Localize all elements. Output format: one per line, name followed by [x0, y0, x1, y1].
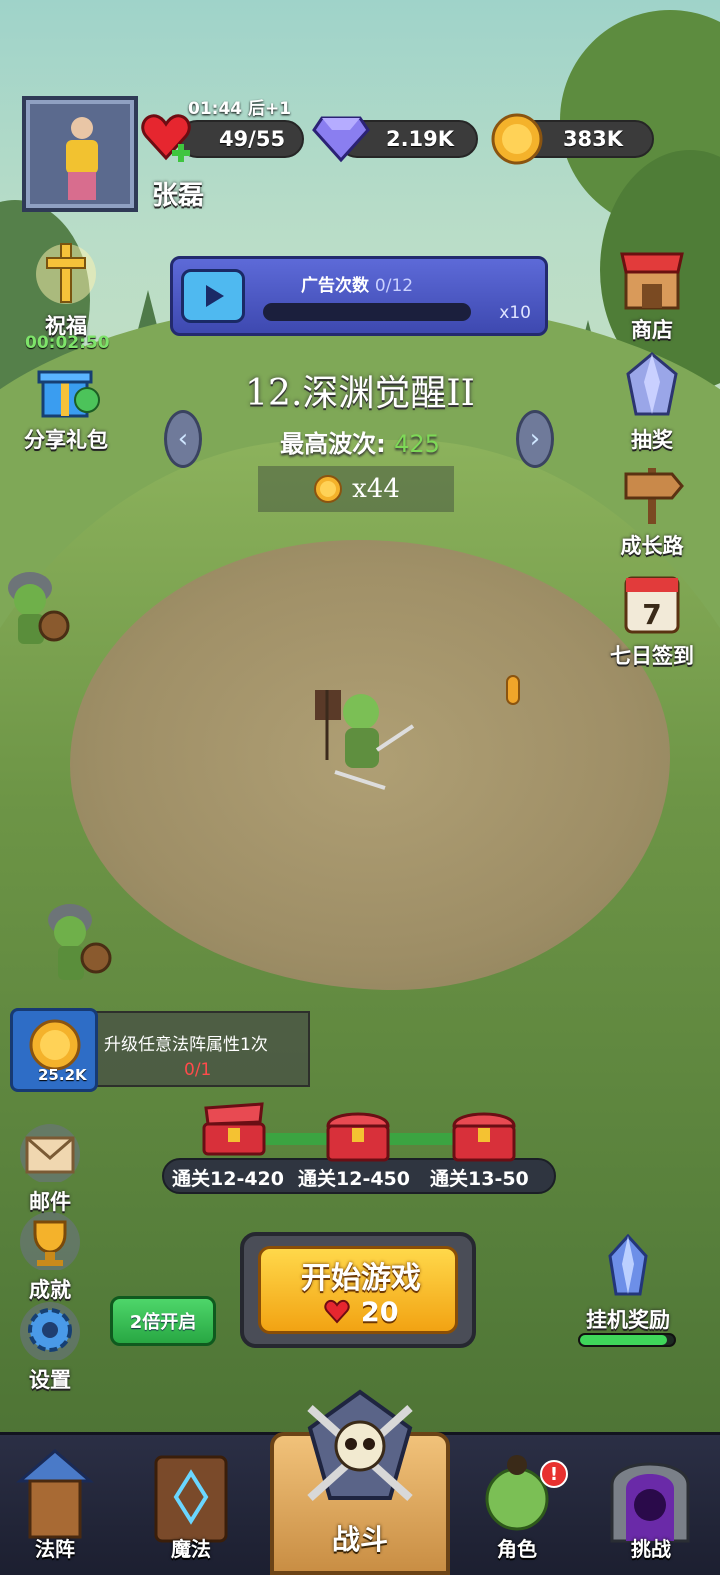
chest-milestone-label: 通关12-420 [172, 1168, 284, 1190]
energy-counter: 49/55 [178, 120, 304, 158]
tower-icon [15, 1449, 95, 1539]
nav-array[interactable]: 法阵 [0, 1435, 110, 1575]
nav-role-label: 角色 [497, 1537, 537, 1561]
quest-title: 升级任意法阵属性1次 [104, 1035, 268, 1055]
calendar-day: 7 [642, 598, 661, 631]
nav-role[interactable]: 角色 [462, 1435, 572, 1575]
gem-value: 2.19K [385, 127, 455, 151]
nav-battle-label: 战斗 [331, 1523, 388, 1556]
idle-reward-fill [580, 1335, 668, 1345]
share-gift-label: 分享礼包 [24, 428, 108, 452]
skull-crossed-swords-icon [307, 1389, 413, 1501]
share-gift-button[interactable]: 分享礼包 [12, 360, 120, 454]
holy-cross-icon [36, 243, 96, 304]
settings-label: 设置 [29, 1368, 71, 1392]
heart-icon[interactable] [140, 112, 196, 164]
coin-drop [506, 675, 520, 705]
growth-path-label: 成长路 [620, 534, 684, 558]
start-game-cost: 20 [261, 1297, 461, 1328]
gold-value: 383K [562, 127, 624, 151]
best-wave-value: 425 [394, 430, 440, 458]
double-speed-button[interactable]: 2倍开启 [110, 1296, 216, 1346]
lottery-label: 抽奖 [631, 428, 673, 452]
prev-stage-button[interactable]: ‹ [164, 410, 202, 468]
nav-array-label: 法阵 [35, 1537, 75, 1561]
ad-label-text: 广告次数 [301, 276, 369, 296]
idle-reward-label: 挂机奖励 [586, 1308, 670, 1332]
idle-crystal-icon [608, 1233, 648, 1296]
seven-day-checkin-button[interactable]: 7 七日签到 [598, 570, 706, 670]
next-stage-button[interactable]: › [516, 410, 554, 468]
achievement-label: 成就 [29, 1278, 71, 1302]
shop-icon [620, 252, 684, 310]
trophy-icon [20, 1212, 80, 1272]
player-name: 张磊 [152, 181, 205, 211]
chest-icon[interactable] [324, 1106, 392, 1162]
start-game-cost-value: 20 [360, 1297, 399, 1328]
start-game-label: 开始游戏 [301, 1261, 421, 1296]
best-wave-label: 最高波次: [280, 430, 386, 458]
achievement-button[interactable]: 成就 [2, 1212, 98, 1304]
ad-count-label: 广告次数 0/12 [301, 271, 413, 296]
goblin-enemy [8, 572, 70, 644]
gift-box-icon [37, 370, 100, 418]
quest-progress: 0/1 [184, 1060, 212, 1080]
chest-milestone-label: 通关12-450 [298, 1168, 410, 1190]
ad-multiplier: x10 [499, 303, 531, 323]
role-notification-badge: ! [540, 1460, 568, 1488]
avatar-portrait [66, 117, 98, 200]
orc-hero [315, 690, 415, 790]
signpost-icon [624, 468, 684, 524]
shop-label: 商店 [631, 318, 673, 342]
idle-reward-button[interactable]: 挂机奖励 [570, 1233, 686, 1334]
gold-coin-icon[interactable] [490, 112, 544, 166]
diamond-icon[interactable] [312, 112, 370, 164]
seven-day-checkin-label: 七日签到 [610, 644, 694, 668]
start-game-button[interactable]: 开始游戏 20 [240, 1232, 476, 1348]
growth-path-button[interactable]: 成长路 [604, 460, 700, 560]
shop-button[interactable]: 商店 [604, 246, 700, 344]
lottery-button[interactable]: 抽奖 [604, 352, 700, 454]
gear-icon [20, 1302, 80, 1362]
stage-reward: x44 [258, 466, 454, 512]
goblin-enemy [48, 904, 112, 980]
energy-timer: 01:44 后+1 [188, 99, 292, 119]
settings-button[interactable]: 设置 [2, 1302, 98, 1394]
envelope-icon [20, 1124, 80, 1184]
player-avatar[interactable] [22, 96, 138, 212]
idle-reward-progress [578, 1333, 676, 1347]
chest-icon[interactable] [450, 1106, 518, 1162]
bless-button[interactable]: 祝福 [18, 240, 114, 340]
energy-value: 49/55 [218, 127, 286, 151]
spellbook-icon [154, 1455, 228, 1543]
calendar-icon: 7 [624, 576, 680, 634]
crystal-icon [626, 352, 678, 416]
nav-challenge[interactable]: 挑战 [596, 1435, 706, 1575]
heart-icon [323, 1299, 350, 1324]
ad-count-value: 0/12 [374, 276, 414, 296]
quest-reward-amount: 25.2K [38, 1066, 87, 1084]
nav-battle[interactable]: 战斗 [270, 1388, 450, 1575]
quest-panel[interactable]: 25.2K 升级任意法阵属性1次 0/1 [10, 1008, 310, 1092]
ad-reward-bar[interactable]: 广告次数 0/12 x10 [170, 256, 548, 336]
stage-reward-amount: x44 [352, 474, 400, 504]
bless-timer: 00:02:50 [25, 333, 110, 353]
gold-coin-icon [314, 475, 343, 503]
start-game-face: 开始游戏 20 [258, 1246, 458, 1334]
chevron-left-icon: ‹ [177, 424, 189, 454]
nav-challenge-label: 挑战 [631, 1537, 671, 1561]
chest-milestone-label: 通关13-50 [430, 1168, 529, 1190]
nav-magic[interactable]: 魔法 [136, 1435, 246, 1575]
open-chest-icon[interactable] [200, 1100, 268, 1156]
play-video-icon[interactable] [181, 269, 245, 323]
portal-icon [610, 1462, 690, 1543]
nav-magic-label: 魔法 [171, 1537, 211, 1561]
ad-progress-track [263, 303, 471, 321]
chevron-right-icon: › [529, 424, 541, 454]
mail-button[interactable]: 邮件 [2, 1124, 98, 1216]
